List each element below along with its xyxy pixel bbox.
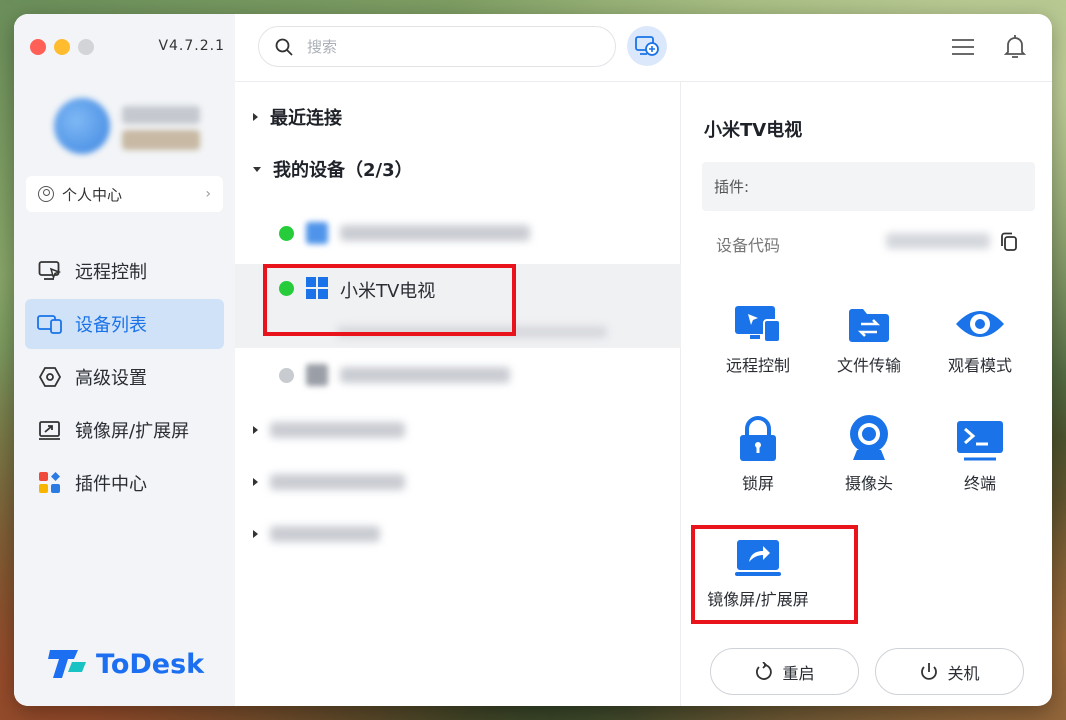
device-name-redacted — [340, 367, 510, 383]
file-transfer-icon — [849, 309, 889, 342]
profile-center-label: 个人中心 — [62, 185, 123, 204]
group-collapsed[interactable] — [253, 526, 380, 542]
remote-control-icon — [735, 306, 781, 343]
restart-button[interactable]: 重启 — [710, 648, 859, 695]
shutdown-label: 关机 — [947, 663, 980, 683]
group-my-devices-label: 我的设备（2/3） — [273, 160, 413, 181]
plugin-label: 插件: — [714, 178, 750, 196]
sidebar-item-mirror-screen[interactable]: 镜像屏/扩展屏 — [25, 405, 224, 455]
device-row[interactable] — [235, 208, 681, 258]
sidebar-item-label: 镜像屏/扩展屏 — [75, 421, 190, 442]
search-icon — [275, 38, 293, 56]
sidebar-item-plugin-center[interactable]: 插件中心 — [25, 458, 224, 508]
sidebar-item-remote-control[interactable]: 远程控制 — [25, 246, 224, 296]
sidebar-item-label: 高级设置 — [75, 368, 147, 389]
app-window: V4.7.2.1 个人中心 › 远程控制 设备列表 高级设置 镜像屏/扩展屏 插… — [14, 14, 1052, 706]
close-window-button[interactable] — [30, 39, 46, 55]
action-view-mode[interactable]: 观看模式 — [930, 288, 1030, 376]
action-terminal[interactable]: 终端 — [930, 406, 1030, 494]
group-collapsed[interactable] — [253, 474, 405, 490]
group-name-redacted — [270, 422, 405, 438]
action-lock-screen[interactable]: 锁屏 — [708, 406, 808, 494]
action-label: 锁屏 — [741, 474, 774, 493]
account-info-redacted — [122, 130, 200, 150]
username-redacted — [122, 106, 200, 124]
maximize-window-button[interactable] — [78, 39, 94, 55]
device-code-redacted — [886, 233, 990, 249]
action-label: 文件传输 — [836, 356, 901, 375]
group-recent-label: 最近连接 — [270, 108, 342, 129]
restart-label: 重启 — [782, 663, 815, 683]
action-label: 终端 — [963, 474, 996, 493]
chevron-right-icon: › — [205, 186, 211, 202]
sidebar-item-label: 设备列表 — [75, 315, 147, 336]
collapse-arrow-icon — [253, 166, 261, 172]
add-device-icon — [635, 36, 659, 56]
group-name-redacted — [270, 526, 380, 542]
action-label: 远程控制 — [725, 356, 790, 375]
sidebar-item-label: 插件中心 — [75, 474, 147, 495]
sidebar-nav: 远程控制 设备列表 高级设置 镜像屏/扩展屏 插件中心 — [25, 246, 224, 511]
avatar[interactable] — [54, 98, 110, 154]
app-version: V4.7.2.1 — [158, 38, 225, 54]
todesk-logo: ToDesk — [48, 646, 204, 682]
eye-icon — [956, 311, 1004, 337]
person-icon — [38, 186, 54, 202]
device-name-redacted — [340, 225, 530, 241]
expand-arrow-icon — [253, 426, 258, 434]
profile-center-button[interactable]: 个人中心 › — [26, 176, 223, 212]
sidebar-item-label: 远程控制 — [75, 262, 147, 283]
lock-icon — [740, 416, 776, 461]
shutdown-button[interactable]: 关机 — [875, 648, 1024, 695]
top-bar: 搜索 — [235, 14, 1052, 82]
plugin-box: 插件: — [702, 162, 1035, 211]
window-controls — [30, 39, 94, 55]
expand-arrow-icon — [253, 530, 258, 538]
sidebar-item-device-list[interactable]: 设备列表 — [25, 299, 224, 349]
group-recent[interactable]: 最近连接 — [253, 104, 342, 130]
action-camera[interactable]: 摄像头 — [819, 406, 919, 494]
search-placeholder: 搜索 — [307, 38, 338, 56]
device-os-icon — [306, 222, 328, 244]
group-name-redacted — [270, 474, 405, 490]
group-collapsed[interactable] — [253, 422, 405, 438]
device-list-panel: 最近连接 我的设备（2/3） 小米TV电视 — [235, 82, 681, 706]
plugin-center-icon — [37, 472, 63, 494]
bell-icon[interactable] — [1004, 34, 1026, 60]
brand-name: ToDesk — [96, 648, 205, 680]
online-status-dot — [279, 225, 294, 241]
menu-icon[interactable] — [952, 38, 974, 56]
device-title: 小米TV电视 — [704, 120, 803, 141]
camera-icon — [850, 415, 888, 460]
device-os-icon — [306, 364, 328, 386]
action-label: 观看模式 — [947, 356, 1012, 375]
expand-arrow-icon — [253, 478, 258, 486]
minimize-window-button[interactable] — [54, 39, 70, 55]
action-label: 摄像头 — [844, 474, 893, 493]
terminal-icon — [957, 421, 1003, 461]
search-input[interactable]: 搜索 — [258, 26, 616, 67]
sidebar-item-advanced-settings[interactable]: 高级设置 — [25, 352, 224, 402]
device-details-panel: 小米TV电视 插件: 设备代码 远程控制 文件传输 观看模式 锁屏 摄像头 终端… — [682, 82, 1052, 706]
settings-icon — [37, 366, 63, 388]
highlight-box-mirror — [691, 525, 858, 624]
add-device-button[interactable] — [627, 26, 667, 66]
device-code-label: 设备代码 — [716, 236, 781, 255]
expand-arrow-icon — [253, 113, 258, 121]
power-icon — [921, 662, 938, 680]
remote-control-icon — [37, 260, 63, 282]
highlight-box-device — [263, 264, 516, 336]
action-file-transfer[interactable]: 文件传输 — [819, 288, 919, 376]
action-remote-control[interactable]: 远程控制 — [708, 288, 808, 376]
device-list-icon — [37, 313, 63, 335]
offline-status-dot — [279, 367, 294, 383]
restart-icon — [756, 661, 773, 680]
todesk-logo-icon — [48, 650, 86, 678]
device-row[interactable] — [235, 350, 681, 400]
mirror-screen-icon — [37, 419, 63, 441]
sidebar: V4.7.2.1 个人中心 › 远程控制 设备列表 高级设置 镜像屏/扩展屏 插… — [14, 14, 235, 706]
group-my-devices[interactable]: 我的设备（2/3） — [253, 156, 413, 182]
copy-icon[interactable] — [1000, 232, 1018, 252]
